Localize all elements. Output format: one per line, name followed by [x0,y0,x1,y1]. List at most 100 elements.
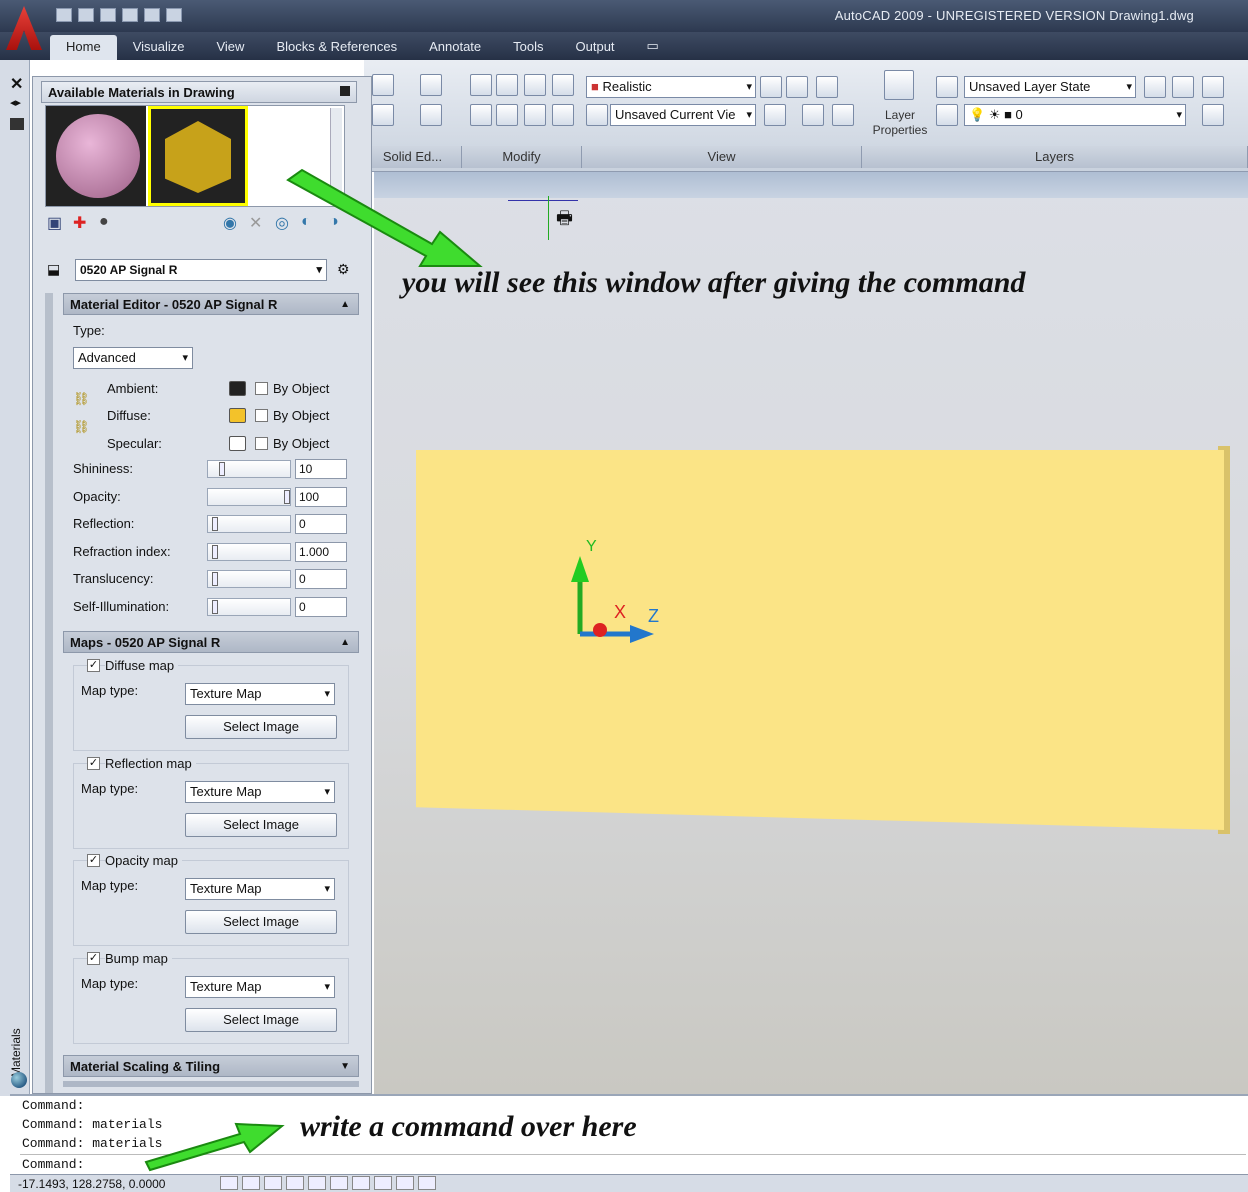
map-enable-checkbox[interactable]: ✓ [87,951,100,965]
open-icon[interactable] [78,8,94,22]
auto-hide-icon[interactable]: ◂▸ [10,96,21,109]
layer-state-icon[interactable] [936,76,958,98]
polar-icon[interactable] [286,1176,304,1190]
property-value-field[interactable]: 0 [295,569,347,589]
camera-icon[interactable] [832,104,854,126]
fillet-icon[interactable] [552,74,574,96]
checker-icon[interactable]: ✚ [73,213,86,233]
slider-thumb[interactable] [212,572,218,586]
tab-tools[interactable]: Tools [497,35,559,60]
orbit-icon[interactable] [802,104,824,126]
property-value-field[interactable]: 1.000 [295,541,347,562]
layer-tools-icon[interactable] [936,104,958,126]
layer-dropdown[interactable]: 💡 ☀ ■ 0 [964,104,1186,126]
property-value-field[interactable]: 100 [295,486,347,507]
brush-icon[interactable] [524,104,546,126]
map-type-dropdown[interactable]: Texture Map [185,975,335,998]
3d-array-icon[interactable] [496,104,518,126]
material-swatch-sphere[interactable] [46,106,146,206]
select-image-button[interactable]: Select Image [185,715,337,739]
panel-view[interactable]: View [582,146,862,168]
collapse-icon[interactable]: ▲ [340,294,350,316]
ambient-color-swatch[interactable] [229,381,246,396]
ortho-icon[interactable] [264,1176,282,1190]
editor-scrollbar[interactable] [45,293,53,1093]
lweight-icon[interactable] [396,1176,414,1190]
property-slider[interactable] [207,542,291,561]
model-icon[interactable] [418,1176,436,1190]
property-slider[interactable] [207,487,291,506]
material-swatch-cube-selected[interactable] [148,106,248,206]
ambient-by-object-checkbox[interactable] [255,382,268,395]
tab-visualize[interactable]: Visualize [117,35,201,60]
ribbon-minimize-icon[interactable]: ▭ [631,34,675,60]
property-slider[interactable] [207,597,291,616]
property-value-field[interactable]: 10 [295,459,347,479]
select-image-button[interactable]: Select Image [185,812,337,837]
close-icon[interactable]: ✕ [10,74,23,94]
tab-annotate[interactable]: Annotate [413,35,497,60]
extrude-face-icon[interactable] [372,104,394,126]
grid-icon[interactable] [242,1176,260,1190]
layer-walk-icon[interactable] [1144,76,1166,98]
slider-thumb[interactable] [212,517,218,531]
3d-rotate-icon[interactable] [496,74,518,96]
layer-isolate-icon[interactable] [1172,76,1194,98]
panel-modify[interactable]: Modify [462,146,582,168]
scaling-tiling-header[interactable]: Material Scaling & Tiling ▼ [63,1055,359,1077]
3d-align-icon[interactable] [524,74,546,96]
layer-freeze-icon[interactable] [1202,104,1224,126]
union-icon[interactable] [372,74,394,96]
tab-home[interactable]: Home [50,35,117,60]
box-icon[interactable] [420,74,442,96]
apply-material-icon[interactable]: ◉ [223,213,237,233]
type-dropdown[interactable]: Advanced [73,347,193,369]
property-value-field[interactable]: 0 [295,596,347,617]
named-view-dropdown[interactable]: Unsaved Current Vie [610,104,756,126]
map-type-dropdown[interactable]: Texture Map [185,878,335,900]
remove-material-icon[interactable]: ✕ [249,213,262,233]
view-toggle-icon[interactable] [340,86,350,96]
select-image-button[interactable]: Select Image [185,910,337,934]
redo-icon[interactable] [166,8,182,22]
lock-diffuse-specular-icon[interactable]: ⛓ [73,419,90,435]
rotate-icon[interactable] [470,104,492,126]
map-enable-checkbox[interactable]: ✓ [87,756,100,770]
scale-icon[interactable] [552,104,574,126]
sphere-icon[interactable]: ● [99,213,109,231]
pan-icon[interactable] [816,76,838,98]
wireframe-icon[interactable] [760,76,782,98]
specular-by-object-checkbox[interactable] [255,437,268,450]
otrack-icon[interactable] [330,1176,348,1190]
save-icon[interactable] [100,8,116,22]
lock-ambient-diffuse-icon[interactable]: ⛓ [73,391,90,407]
expand-icon[interactable]: ▼ [340,1056,350,1078]
shaded-icon[interactable] [786,76,808,98]
panel-layers[interactable]: Layers [862,146,1248,168]
visual-style-dropdown[interactable]: ■ Realistic [586,76,756,98]
properties-icon[interactable] [10,118,24,130]
slider-thumb[interactable] [212,599,218,614]
yellow-box-object[interactable] [416,450,1224,830]
view-icon[interactable] [586,104,608,126]
map-enable-checkbox[interactable]: ✓ [87,659,100,672]
map-enable-checkbox[interactable]: ✓ [87,854,100,867]
property-slider[interactable] [207,570,291,588]
tab-view[interactable]: View [200,35,260,60]
layer-state-dropdown[interactable]: Unsaved Layer State [964,76,1136,98]
osnap-icon[interactable] [308,1176,326,1190]
layer-properties-label[interactable]: Layer Properties [864,108,936,138]
snap-icon[interactable] [220,1176,238,1190]
maps-header[interactable]: Maps - 0520 AP Signal R ▲ [63,631,359,653]
panel-solid-editing[interactable]: Solid Ed... [364,146,462,168]
property-slider[interactable] [207,515,291,533]
new-icon[interactable] [56,8,72,22]
property-slider[interactable] [207,460,291,478]
diffuse-color-swatch[interactable] [229,408,246,423]
zoom-icon[interactable] [764,104,786,126]
map-type-dropdown[interactable]: Texture Map [185,683,335,705]
property-value-field[interactable]: 0 [295,514,347,534]
material-editor-header[interactable]: Material Editor - 0520 AP Signal R ▲ [63,293,359,315]
collapse-icon[interactable]: ▲ [340,632,350,654]
layer-properties-icon[interactable] [884,70,914,100]
